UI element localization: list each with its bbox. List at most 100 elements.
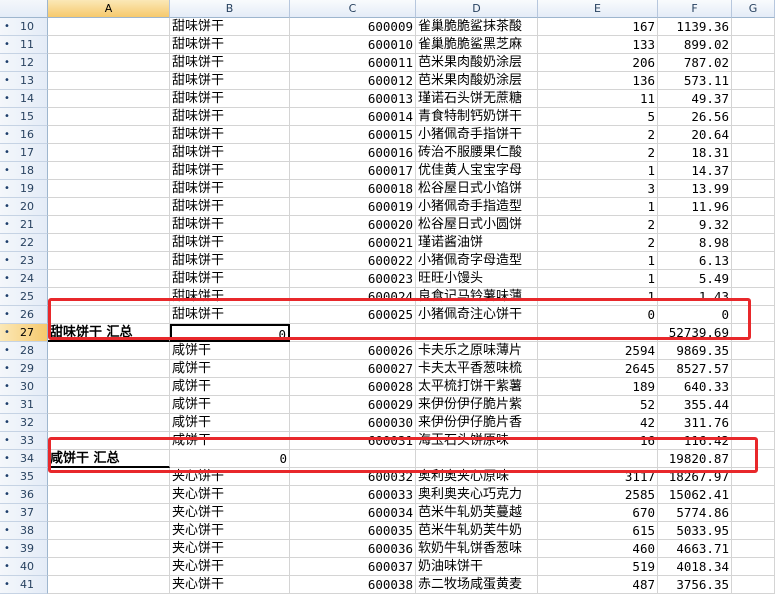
cell-c10[interactable]: 600009 <box>290 18 416 36</box>
cell-f31[interactable]: 355.44 <box>658 396 732 414</box>
cell-g16[interactable] <box>732 126 775 144</box>
cell-b28[interactable]: 咸饼干 <box>170 342 290 360</box>
cell-g32[interactable] <box>732 414 775 432</box>
cell-f20[interactable]: 11.96 <box>658 198 732 216</box>
cell-b12[interactable]: 甜味饼干 <box>170 54 290 72</box>
cell-f34[interactable]: 19820.87 <box>658 450 732 468</box>
cell-e11[interactable]: 133 <box>538 36 658 54</box>
cell-d13[interactable]: 芭米果肉酸奶涂层 <box>416 72 538 90</box>
cell-g25[interactable] <box>732 288 775 306</box>
cell-f41[interactable]: 3756.35 <box>658 576 732 594</box>
cell-c17[interactable]: 600016 <box>290 144 416 162</box>
cell-e19[interactable]: 3 <box>538 180 658 198</box>
cell-e30[interactable]: 189 <box>538 378 658 396</box>
cell-b39[interactable]: 夹心饼干 <box>170 540 290 558</box>
cell-e27[interactable] <box>538 324 658 342</box>
cell-g20[interactable] <box>732 198 775 216</box>
cell-c25[interactable]: 600024 <box>290 288 416 306</box>
row-header[interactable]: • 35 <box>0 468 48 486</box>
cell-c14[interactable]: 600013 <box>290 90 416 108</box>
cell-d11[interactable]: 雀巢脆脆鲨黑芝麻 <box>416 36 538 54</box>
cell-d14[interactable]: 瑾诺石头饼无蔗糖 <box>416 90 538 108</box>
cell-g33[interactable] <box>732 432 775 450</box>
cell-f32[interactable]: 311.76 <box>658 414 732 432</box>
cell-a26[interactable] <box>48 306 170 324</box>
cell-f17[interactable]: 18.31 <box>658 144 732 162</box>
cell-b27[interactable]: 0 <box>170 324 290 342</box>
cell-d31[interactable]: 来伊份伊仔脆片紫 <box>416 396 538 414</box>
cell-b23[interactable]: 甜味饼干 <box>170 252 290 270</box>
cell-f14[interactable]: 49.37 <box>658 90 732 108</box>
cell-f40[interactable]: 4018.34 <box>658 558 732 576</box>
cell-c29[interactable]: 600027 <box>290 360 416 378</box>
cell-f35[interactable]: 18267.97 <box>658 468 732 486</box>
cell-b26[interactable]: 甜味饼干 <box>170 306 290 324</box>
cell-b29[interactable]: 咸饼干 <box>170 360 290 378</box>
row-header[interactable]: • 28 <box>0 342 48 360</box>
row-header[interactable]: • 11 <box>0 36 48 54</box>
cell-c30[interactable]: 600028 <box>290 378 416 396</box>
cell-a29[interactable] <box>48 360 170 378</box>
cell-b13[interactable]: 甜味饼干 <box>170 72 290 90</box>
row-header[interactable]: • 21 <box>0 216 48 234</box>
cell-g38[interactable] <box>732 522 775 540</box>
cell-e18[interactable]: 1 <box>538 162 658 180</box>
cell-f26[interactable]: 0 <box>658 306 732 324</box>
cell-f18[interactable]: 14.37 <box>658 162 732 180</box>
cell-d36[interactable]: 奥利奥夹心巧克力 <box>416 486 538 504</box>
row-header[interactable]: • 38 <box>0 522 48 540</box>
cell-b14[interactable]: 甜味饼干 <box>170 90 290 108</box>
cell-a16[interactable] <box>48 126 170 144</box>
cell-d23[interactable]: 小猪佩奇字母造型 <box>416 252 538 270</box>
cell-c26[interactable]: 600025 <box>290 306 416 324</box>
cell-d17[interactable]: 砖治不服腰果仁酸 <box>416 144 538 162</box>
row-header[interactable]: • 18 <box>0 162 48 180</box>
cell-g40[interactable] <box>732 558 775 576</box>
cell-g15[interactable] <box>732 108 775 126</box>
column-header-g[interactable]: G <box>732 0 775 18</box>
cell-e33[interactable]: 16 <box>538 432 658 450</box>
row-header[interactable]: • 40 <box>0 558 48 576</box>
column-header-f[interactable]: F <box>658 0 732 18</box>
cell-e26[interactable]: 0 <box>538 306 658 324</box>
cell-e32[interactable]: 42 <box>538 414 658 432</box>
cell-e12[interactable]: 206 <box>538 54 658 72</box>
cell-a34[interactable]: 咸饼干 汇总 <box>48 450 170 468</box>
cell-b15[interactable]: 甜味饼干 <box>170 108 290 126</box>
cell-f25[interactable]: 1.43 <box>658 288 732 306</box>
cell-g22[interactable] <box>732 234 775 252</box>
cell-e36[interactable]: 2585 <box>538 486 658 504</box>
cell-a41[interactable] <box>48 576 170 594</box>
cell-f27[interactable]: 52739.69 <box>658 324 732 342</box>
cell-a38[interactable] <box>48 522 170 540</box>
cell-b33[interactable]: 咸饼干 <box>170 432 290 450</box>
cell-g39[interactable] <box>732 540 775 558</box>
cell-a24[interactable] <box>48 270 170 288</box>
cell-b37[interactable]: 夹心饼干 <box>170 504 290 522</box>
cell-g17[interactable] <box>732 144 775 162</box>
cell-d30[interactable]: 太平梳打饼干紫薯 <box>416 378 538 396</box>
cell-g34[interactable] <box>732 450 775 468</box>
cell-c21[interactable]: 600020 <box>290 216 416 234</box>
cell-g19[interactable] <box>732 180 775 198</box>
cell-d10[interactable]: 雀巢脆脆鲨抹茶酸 <box>416 18 538 36</box>
cell-e28[interactable]: 2594 <box>538 342 658 360</box>
cell-e25[interactable]: 1 <box>538 288 658 306</box>
cell-f29[interactable]: 8527.57 <box>658 360 732 378</box>
cell-c37[interactable]: 600034 <box>290 504 416 522</box>
cell-g12[interactable] <box>732 54 775 72</box>
cell-e13[interactable]: 136 <box>538 72 658 90</box>
cell-d27[interactable] <box>416 324 538 342</box>
cell-e31[interactable]: 52 <box>538 396 658 414</box>
cell-e41[interactable]: 487 <box>538 576 658 594</box>
row-header[interactable]: • 25 <box>0 288 48 306</box>
cell-f21[interactable]: 9.32 <box>658 216 732 234</box>
cell-a17[interactable] <box>48 144 170 162</box>
cell-a25[interactable] <box>48 288 170 306</box>
cell-b32[interactable]: 咸饼干 <box>170 414 290 432</box>
row-header[interactable]: • 12 <box>0 54 48 72</box>
cell-b21[interactable]: 甜味饼干 <box>170 216 290 234</box>
cell-e23[interactable]: 1 <box>538 252 658 270</box>
cell-f11[interactable]: 899.02 <box>658 36 732 54</box>
cell-e10[interactable]: 167 <box>538 18 658 36</box>
